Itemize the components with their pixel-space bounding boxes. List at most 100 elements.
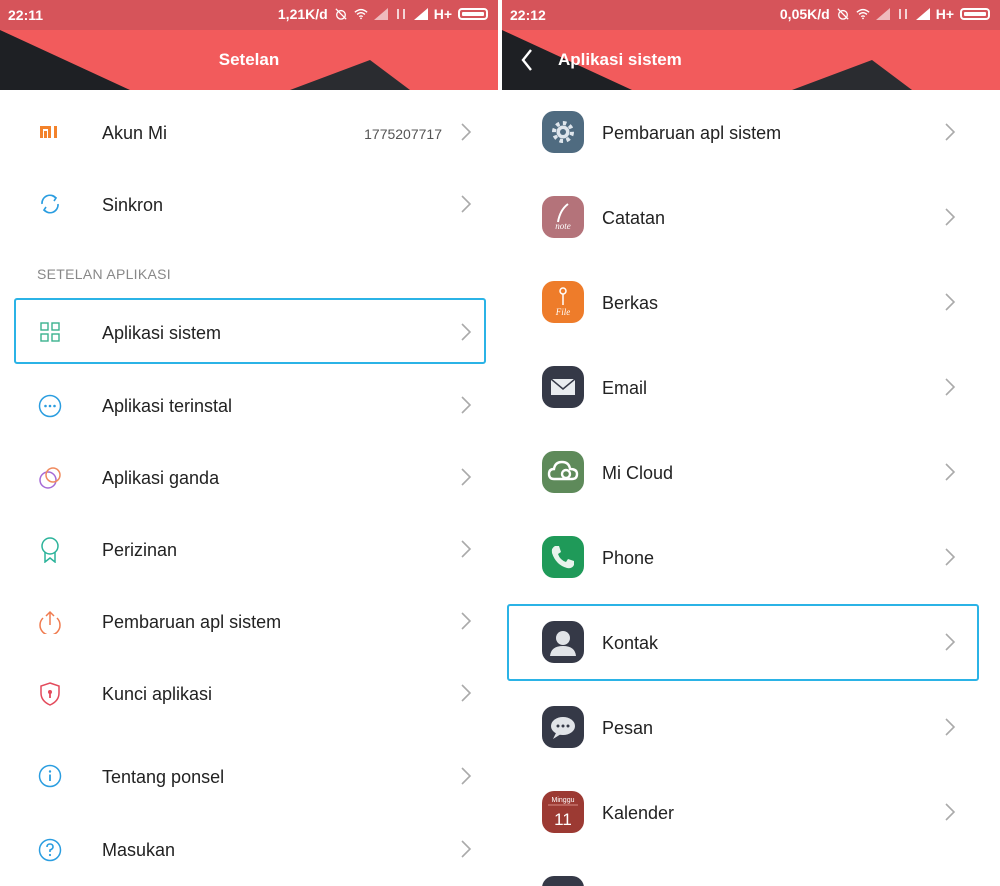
status-bar: 22:11 1,21K/d H+ bbox=[0, 0, 498, 30]
alarm-off-icon bbox=[335, 8, 347, 20]
app-row-calendar[interactable]: Minggu 11 Kalender bbox=[502, 770, 1000, 855]
wifi-icon bbox=[856, 8, 870, 20]
item-label: Aplikasi terinstal bbox=[102, 396, 233, 416]
svg-text:11: 11 bbox=[554, 810, 572, 829]
chevron-right-icon bbox=[461, 684, 472, 702]
page-title: Aplikasi sistem bbox=[558, 50, 682, 69]
battery-icon bbox=[960, 8, 990, 20]
wifi-icon bbox=[354, 8, 368, 20]
badge-icon bbox=[41, 537, 59, 563]
system-apps-screen: 22:12 0,05K/d H+ Aplikasi sistem Pembaru… bbox=[502, 0, 1000, 886]
account-row[interactable]: Akun Mi 1775207717 bbox=[0, 96, 498, 168]
chevron-right-icon bbox=[461, 195, 472, 213]
signal-icon-2 bbox=[915, 8, 930, 20]
chevron-right-icon bbox=[461, 123, 472, 141]
svg-text:File: File bbox=[555, 307, 571, 317]
svg-text:note: note bbox=[555, 221, 571, 231]
chevron-right-icon bbox=[461, 540, 472, 558]
back-arrow-icon[interactable] bbox=[520, 48, 534, 72]
alarm-off-icon bbox=[837, 8, 849, 20]
sync-icon bbox=[41, 194, 59, 214]
chevron-right-icon bbox=[945, 633, 956, 651]
permissions-row[interactable]: Perizinan bbox=[0, 514, 498, 586]
account-id: 1775207717 bbox=[364, 126, 442, 142]
dual-apps-row[interactable]: Aplikasi ganda bbox=[0, 442, 498, 514]
item-label: Pembaruan apl sistem bbox=[102, 612, 282, 632]
page-title: Setelan bbox=[218, 50, 280, 69]
chevron-right-icon bbox=[945, 548, 956, 566]
item-label: Email bbox=[602, 378, 648, 398]
item-label: Tentang ponsel bbox=[102, 767, 225, 787]
network-speed: 1,21K/d bbox=[277, 6, 328, 22]
calendar-icon: Minggu 11 bbox=[542, 791, 584, 833]
network-speed: 0,05K/d bbox=[779, 6, 830, 22]
item-label: Kunci aplikasi bbox=[102, 684, 213, 704]
battery-icon bbox=[458, 8, 488, 20]
installed-apps-row[interactable]: Aplikasi terinstal bbox=[0, 370, 498, 442]
chevron-right-icon bbox=[461, 323, 472, 341]
message-icon bbox=[542, 706, 584, 748]
chevron-right-icon bbox=[945, 293, 956, 311]
app-row-email[interactable]: Email bbox=[502, 345, 1000, 430]
item-label: Aplikasi sistem bbox=[102, 323, 222, 343]
app-row-system-update[interactable]: Pembaruan apl sistem bbox=[502, 90, 1000, 175]
app-row-phone[interactable]: Phone bbox=[502, 515, 1000, 600]
item-label: Pesan bbox=[602, 718, 654, 738]
info-icon bbox=[38, 764, 62, 788]
chevron-right-icon bbox=[945, 803, 956, 821]
data-arrows-icon bbox=[898, 9, 907, 19]
chevron-right-icon bbox=[945, 123, 956, 141]
item-label: Mi Cloud bbox=[602, 463, 674, 483]
data-arrows-icon bbox=[396, 9, 405, 19]
svg-text:Minggu: Minggu bbox=[552, 797, 575, 804]
chevron-right-icon bbox=[461, 767, 472, 785]
app-row-messages[interactable]: Pesan bbox=[502, 685, 1000, 770]
system-update-row[interactable]: Pembaruan apl sistem bbox=[0, 586, 498, 658]
settings-screen: 22:11 1,21K/d H+ Setelan Akun Mi 1775207… bbox=[0, 0, 498, 886]
item-label: Masukan bbox=[102, 840, 176, 860]
help-icon bbox=[38, 838, 62, 862]
shield-lock-icon bbox=[40, 682, 60, 706]
notes-icon: note bbox=[542, 196, 584, 238]
chevron-right-icon bbox=[945, 463, 956, 481]
chevron-right-icon bbox=[461, 396, 472, 414]
network-type: H+ bbox=[935, 6, 954, 22]
chevron-right-icon bbox=[461, 840, 472, 858]
partial-app-icon bbox=[542, 876, 584, 886]
app-header: Setelan bbox=[0, 30, 498, 90]
gear-icon bbox=[542, 111, 584, 153]
dual-apps-icon bbox=[39, 467, 61, 489]
phone-icon bbox=[542, 536, 584, 578]
status-bar: 22:12 0,05K/d H+ bbox=[502, 0, 1000, 30]
item-label: Perizinan bbox=[102, 540, 178, 560]
app-row-notes[interactable]: note Catatan bbox=[502, 175, 1000, 260]
network-type: H+ bbox=[433, 6, 452, 22]
app-lock-row[interactable]: Kunci aplikasi bbox=[0, 658, 498, 730]
chevron-right-icon bbox=[461, 468, 472, 486]
app-header: Aplikasi sistem bbox=[502, 30, 1000, 90]
item-label: Kontak bbox=[602, 633, 659, 653]
chevron-right-icon bbox=[945, 208, 956, 226]
system-apps-row[interactable]: Aplikasi sistem bbox=[0, 298, 498, 368]
chevron-right-icon bbox=[945, 718, 956, 736]
section-header: SETELAN APLIKASI bbox=[37, 266, 171, 282]
app-row-contacts[interactable]: Kontak bbox=[502, 600, 1000, 685]
status-time: 22:11 bbox=[8, 7, 44, 23]
app-row-files[interactable]: File Berkas bbox=[502, 260, 1000, 345]
item-label: Kalender bbox=[602, 803, 675, 823]
app-row-mi-cloud[interactable]: Mi Cloud bbox=[502, 430, 1000, 515]
status-time: 22:12 bbox=[510, 7, 546, 23]
item-label: Berkas bbox=[602, 293, 659, 313]
sync-row[interactable]: Sinkron bbox=[0, 168, 498, 240]
grid-icon bbox=[40, 322, 60, 342]
signal-icon bbox=[373, 8, 388, 20]
about-phone-row[interactable]: Tentang ponsel bbox=[0, 740, 498, 812]
item-label: Aplikasi ganda bbox=[102, 468, 220, 488]
feedback-row[interactable]: Masukan bbox=[0, 812, 498, 884]
more-dots-icon bbox=[38, 394, 62, 418]
item-label: Catatan bbox=[602, 208, 666, 228]
files-icon: File bbox=[542, 281, 584, 323]
signal-icon-2 bbox=[413, 8, 428, 20]
email-icon bbox=[542, 366, 584, 408]
contact-icon bbox=[542, 621, 584, 663]
